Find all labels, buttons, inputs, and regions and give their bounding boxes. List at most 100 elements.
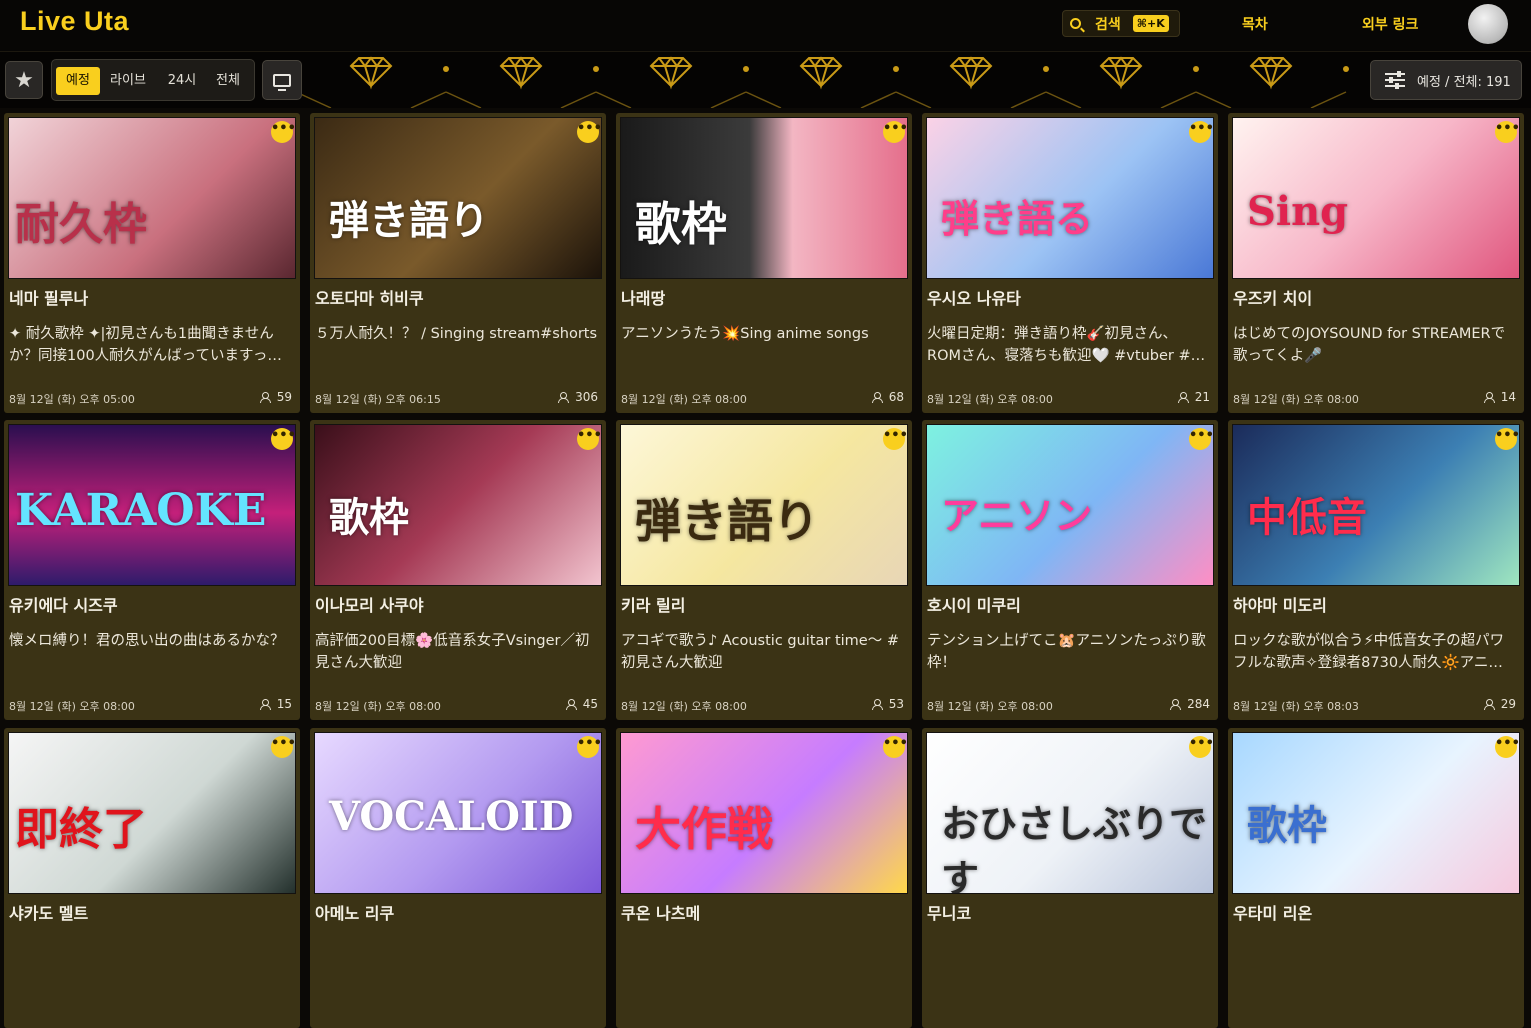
stream-thumbnail[interactable]: 弾き語り (620, 424, 908, 586)
stream-title[interactable] (9, 938, 293, 982)
viewer-count-value: 21 (1194, 390, 1210, 404)
stream-card[interactable]: 即終了 ••• 샤카도 멜트 (4, 728, 300, 1028)
stream-title[interactable]: アコギで歌う♪ Acoustic guitar time～ #初見さん大歓迎 (621, 630, 905, 674)
search-button[interactable]: 검색 ⌘+K (1062, 10, 1180, 37)
stream-thumbnail[interactable]: 大作戦 (620, 732, 908, 894)
tab-upcoming[interactable]: 예정 (56, 67, 100, 95)
stream-thumbnail[interactable]: 歌枠 (314, 424, 602, 586)
channel-name[interactable]: 하야마 미도리 (1233, 592, 1327, 616)
tab-24h[interactable]: 24시 (160, 67, 204, 95)
stream-title[interactable]: テンション上げてこ🐹アニソンたっぷり歌枠！ (927, 630, 1211, 674)
stream-card[interactable]: 歌枠 ••• 이나모리 사쿠야 高評価200目標🌸低音系女子Vsinger／初見… (310, 420, 606, 720)
more-options-icon[interactable]: ••• (1495, 428, 1520, 450)
stream-card[interactable]: 歌枠 ••• 나래땅 アニソンうたう💥Sing anime songs 8월 1… (616, 113, 912, 413)
site-logo[interactable]: Live Uta (20, 6, 129, 37)
channel-name[interactable]: 호시이 미쿠리 (927, 592, 1021, 616)
stream-title[interactable] (1233, 938, 1517, 982)
more-options-icon[interactable]: ••• (1189, 428, 1214, 450)
stream-title[interactable]: 懐メロ縛り！君の思い出の曲はあるかな？ (9, 630, 293, 674)
viewer-count: 59 (259, 390, 292, 404)
more-options-icon[interactable]: ••• (577, 428, 602, 450)
channel-name[interactable]: 우시오 나유타 (927, 285, 1021, 309)
stream-thumbnail[interactable]: 歌枠 (1232, 732, 1520, 894)
more-options-icon[interactable]: ••• (271, 121, 296, 143)
stream-thumbnail[interactable]: Sing (1232, 117, 1520, 279)
channel-name[interactable]: 무니코 (927, 900, 971, 924)
tab-all[interactable]: 전체 (206, 67, 250, 95)
stream-title[interactable] (315, 938, 599, 982)
more-options-icon[interactable]: ••• (1189, 736, 1214, 758)
schedule-tabs: 예정 라이브 24시 전체 (51, 59, 255, 101)
stream-title[interactable]: ✦ 耐久歌枠 ✦|初見さんも1曲聞きませんか？同接100人耐久がんばっていますっ… (9, 323, 293, 367)
stream-title[interactable] (621, 938, 905, 982)
channel-name[interactable]: 우즈키 치이 (1233, 285, 1312, 309)
stream-card[interactable]: おひさしぶりです ••• 무니코 (922, 728, 1218, 1028)
stream-card[interactable]: 弾き語る ••• 우시오 나유타 火曜日定期：弾き語り枠🎸初見さん、ROMさん、… (922, 113, 1218, 413)
stream-thumbnail[interactable]: 即終了 (8, 732, 296, 894)
channel-name[interactable]: 쿠온 나츠메 (621, 900, 700, 924)
stream-card[interactable]: 中低音 ••• 하야마 미도리 ロックな歌が似合う⚡中低音女子の超パワフルな歌声… (1228, 420, 1524, 720)
stream-card[interactable]: 弾き語り ••• 키라 릴리 アコギで歌う♪ Acoustic guitar t… (616, 420, 912, 720)
stream-title[interactable]: 高評価200目標🌸低音系女子Vsinger／初見さん大歓迎 (315, 630, 599, 674)
more-options-icon[interactable]: ••• (271, 736, 296, 758)
stream-card[interactable]: KARAOKE ••• 유키에다 시즈쿠 懐メロ縛り！君の思い出の曲はあるかな？… (4, 420, 300, 720)
stream-title[interactable]: アニソンうたう💥Sing anime songs (621, 323, 905, 367)
users-icon (871, 698, 886, 710)
more-options-icon[interactable]: ••• (1495, 736, 1520, 758)
more-options-icon[interactable]: ••• (577, 736, 602, 758)
channel-name[interactable]: 나래땅 (621, 285, 665, 309)
channel-name[interactable]: 유키에다 시즈쿠 (9, 592, 118, 616)
stream-card[interactable]: 弾き語り ••• 오토다마 히비쿠 ５万人耐久！？ / Singing stre… (310, 113, 606, 413)
viewer-count-value: 15 (276, 697, 292, 711)
more-options-icon[interactable]: ••• (1495, 121, 1520, 143)
stream-title[interactable]: はじめてのJOYSOUND for STREAMERで歌ってくよ🎤 (1233, 323, 1517, 367)
viewer-count-value: 29 (1500, 697, 1516, 711)
stream-card[interactable]: 大作戦 ••• 쿠온 나츠메 (616, 728, 912, 1028)
channel-name[interactable]: 아메노 리쿠 (315, 900, 394, 924)
stream-title[interactable]: ５万人耐久！？ / Singing stream#shorts (315, 323, 599, 367)
nav-link-toc[interactable]: 목차 (1242, 14, 1268, 34)
stream-card[interactable]: Sing ••• 우즈키 치이 はじめてのJOYSOUND for STREAM… (1228, 113, 1524, 413)
stream-card[interactable]: 歌枠 ••• 우타미 리온 (1228, 728, 1524, 1028)
more-options-icon[interactable]: ••• (883, 121, 908, 143)
stream-card[interactable]: アニソン ••• 호시이 미쿠리 テンション上げてこ🐹アニソンたっぷり歌枠！ 8… (922, 420, 1218, 720)
stream-title[interactable] (927, 938, 1211, 982)
more-options-icon[interactable]: ••• (883, 428, 908, 450)
tab-live[interactable]: 라이브 (106, 67, 150, 95)
more-options-icon[interactable]: ••• (271, 428, 296, 450)
user-avatar[interactable] (1468, 4, 1508, 44)
stream-thumbnail[interactable]: 歌枠 (620, 117, 908, 279)
stream-title[interactable]: ロックな歌が似合う⚡中低音女子の超パワフルな歌声✧登録者8730人耐久🔆アニ… (1233, 630, 1517, 674)
stream-card[interactable]: 耐久枠 ••• 네마 필루나 ✦ 耐久歌枠 ✦|初見さんも1曲聞きませんか？同接… (4, 113, 300, 413)
thumbnail-overlay-text: おひさしぶりです (941, 801, 1208, 894)
stream-start-time: 8월 12일 (화) 오후 08:00 (927, 393, 1053, 406)
stream-thumbnail[interactable]: 耐久枠 (8, 117, 296, 279)
more-options-icon[interactable]: ••• (1189, 121, 1214, 143)
channel-name[interactable]: 네마 필루나 (9, 285, 88, 309)
stream-thumbnail[interactable]: 中低音 (1232, 424, 1520, 586)
stream-card[interactable]: VOCALOID ••• 아메노 리쿠 (310, 728, 606, 1028)
display-mode-button[interactable] (262, 60, 302, 100)
stream-thumbnail[interactable]: 弾き語る (926, 117, 1214, 279)
stream-start-time: 8월 12일 (화) 오후 08:00 (1233, 393, 1359, 406)
more-options-icon[interactable]: ••• (883, 736, 908, 758)
stream-title[interactable]: 火曜日定期：弾き語り枠🎸初見さん、ROMさん、寝落ちも歓迎🤍 #vtuber #… (927, 323, 1211, 367)
favorites-button[interactable]: ★ (5, 61, 43, 99)
stream-thumbnail[interactable]: KARAOKE (8, 424, 296, 586)
filter-count-button[interactable]: 예정 / 전체: 191 (1370, 60, 1522, 100)
channel-name[interactable]: 키라 릴리 (621, 592, 685, 616)
channel-name[interactable]: 오토다마 히비쿠 (315, 285, 424, 309)
stream-thumbnail[interactable]: VOCALOID (314, 732, 602, 894)
channel-name[interactable]: 이나모리 사쿠야 (315, 592, 424, 616)
channel-name[interactable]: 샤카도 멜트 (9, 900, 88, 924)
stream-start-time: 8월 12일 (화) 오후 08:00 (9, 700, 135, 713)
channel-name[interactable]: 우타미 리온 (1233, 900, 1312, 924)
stream-start-time: 8월 12일 (화) 오후 08:00 (315, 700, 441, 713)
stream-thumbnail[interactable]: 弾き語り (314, 117, 602, 279)
stream-thumbnail[interactable]: おひさしぶりです (926, 732, 1214, 894)
stream-start-time: 8월 12일 (화) 오후 06:15 (315, 393, 441, 406)
more-options-icon[interactable]: ••• (577, 121, 602, 143)
stream-thumbnail[interactable]: アニソン (926, 424, 1214, 586)
nav-link-external[interactable]: 외부 링크 (1362, 14, 1418, 34)
star-icon: ★ (14, 67, 34, 93)
